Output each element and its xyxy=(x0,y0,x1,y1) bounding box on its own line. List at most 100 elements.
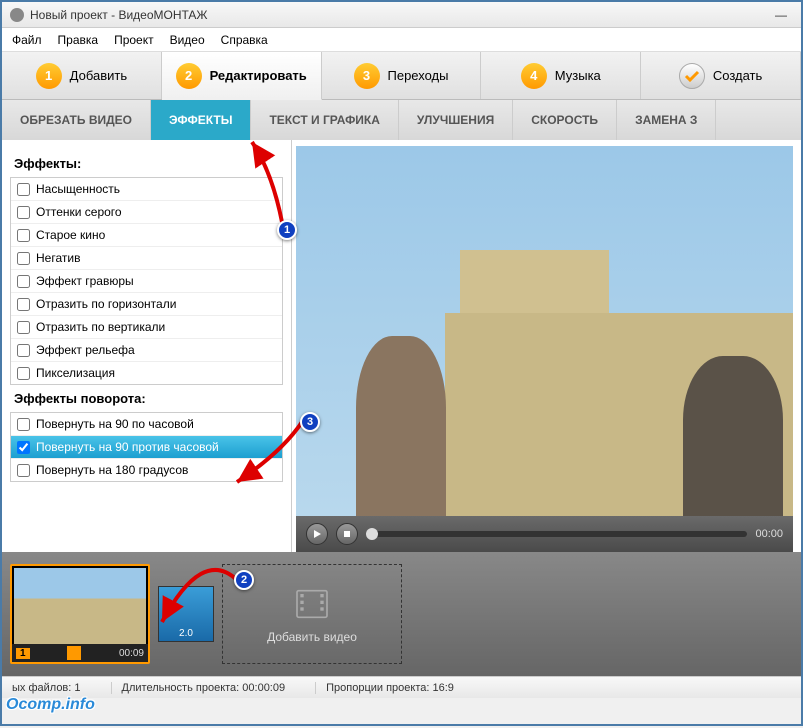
play-button[interactable] xyxy=(306,523,328,545)
player-controls: 00:00 xyxy=(296,516,793,552)
effect-label: Негатив xyxy=(36,251,80,265)
rotation-label: Повернуть на 180 градусов xyxy=(36,463,188,477)
seek-slider[interactable] xyxy=(366,531,747,537)
transition-slot[interactable]: 2.0 xyxy=(158,586,214,642)
time-display: 00:00 xyxy=(755,528,783,540)
effect-item[interactable]: Эффект рельефа xyxy=(11,339,282,362)
menu-help[interactable]: Справка xyxy=(221,33,268,47)
effect-checkbox[interactable] xyxy=(17,183,30,196)
rotation-checkbox[interactable] xyxy=(17,441,30,454)
effect-checkbox[interactable] xyxy=(17,367,30,380)
menu-file[interactable]: Файл xyxy=(12,33,42,47)
sub-tabs: ОБРЕЗАТЬ ВИДЕО ЭФФЕКТЫ ТЕКСТ И ГРАФИКА У… xyxy=(2,100,801,140)
menu-video[interactable]: Видео xyxy=(170,33,205,47)
add-video-button[interactable]: Добавить видео xyxy=(222,564,402,664)
effect-item[interactable]: Эффект гравюры xyxy=(11,270,282,293)
tab-add[interactable]: 1 Добавить xyxy=(2,52,162,99)
timeline[interactable]: 1 00:09 2.0 Добавить видео xyxy=(2,552,801,676)
effect-label: Эффект рельефа xyxy=(36,343,135,357)
tab-edit[interactable]: 2 Редактировать xyxy=(162,52,322,100)
effects-sidebar: Эффекты: Насыщенность Оттенки серого Ста… xyxy=(2,140,292,552)
effect-checkbox[interactable] xyxy=(17,321,30,334)
effect-label: Отразить по горизонтали xyxy=(36,297,176,311)
effect-label: Эффект гравюры xyxy=(36,274,134,288)
status-bar: ых файлов: 1 Длительность проекта: 00:00… xyxy=(2,676,801,698)
film-icon xyxy=(292,584,332,624)
video-preview[interactable] xyxy=(296,146,793,516)
effect-item[interactable]: Насыщенность xyxy=(11,178,282,201)
tab-add-label: Добавить xyxy=(70,68,127,83)
tab-music-label: Музыка xyxy=(555,68,601,83)
step-2-icon: 2 xyxy=(176,63,202,89)
tab-edit-label: Редактировать xyxy=(210,68,307,83)
effect-label: Пикселизация xyxy=(36,366,115,380)
window-title: Новый проект - ВидеоМОНТАЖ xyxy=(30,8,208,22)
effect-label: Насыщенность xyxy=(36,182,120,196)
effect-checkbox[interactable] xyxy=(17,206,30,219)
add-video-label: Добавить видео xyxy=(267,630,357,644)
title-bar: Новый проект - ВидеоМОНТАЖ — xyxy=(2,2,801,28)
check-icon xyxy=(679,63,705,89)
effect-item[interactable]: Старое кино xyxy=(11,224,282,247)
rotation-list: Повернуть на 90 по часовой Повернуть на … xyxy=(10,412,283,482)
subtab-speed[interactable]: СКОРОСТЬ xyxy=(513,100,617,140)
effect-checkbox[interactable] xyxy=(17,252,30,265)
effect-item[interactable]: Оттенки серого xyxy=(11,201,282,224)
tab-create[interactable]: Создать xyxy=(641,52,801,99)
effect-label: Отразить по вертикали xyxy=(36,320,165,334)
tab-transitions-label: Переходы xyxy=(388,68,449,83)
effect-item[interactable]: Отразить по горизонтали xyxy=(11,293,282,316)
effect-checkbox[interactable] xyxy=(17,229,30,242)
step-3-icon: 3 xyxy=(354,63,380,89)
effect-label: Оттенки серого xyxy=(36,205,122,219)
tab-transitions[interactable]: 3 Переходы xyxy=(322,52,482,99)
rotation-item[interactable]: Повернуть на 90 по часовой xyxy=(11,413,282,436)
watermark: Ocomp.info xyxy=(6,696,95,714)
rotation-checkbox[interactable] xyxy=(17,464,30,477)
effect-checkbox[interactable] xyxy=(17,298,30,311)
subtab-crop[interactable]: ОБРЕЗАТЬ ВИДЕО xyxy=(2,100,151,140)
rotation-heading: Эффекты поворота: xyxy=(14,391,283,406)
effect-checkbox[interactable] xyxy=(17,275,30,288)
clip-duration: 00:09 xyxy=(119,648,144,659)
subtab-replace[interactable]: ЗАМЕНА З xyxy=(617,100,716,140)
effect-checkbox[interactable] xyxy=(17,344,30,357)
transition-duration: 2.0 xyxy=(179,628,193,639)
effect-item[interactable]: Отразить по вертикали xyxy=(11,316,282,339)
timeline-clip[interactable]: 1 00:09 xyxy=(10,564,150,664)
menu-edit[interactable]: Правка xyxy=(58,33,99,47)
rotation-item-selected[interactable]: Повернуть на 90 против часовой xyxy=(11,436,282,459)
effects-heading: Эффекты: xyxy=(14,156,283,171)
tab-music[interactable]: 4 Музыка xyxy=(481,52,641,99)
preview-panel: 00:00 xyxy=(292,140,801,552)
workspace: Эффекты: Насыщенность Оттенки серого Ста… xyxy=(2,140,801,552)
menu-project[interactable]: Проект xyxy=(114,33,154,47)
rotation-label: Повернуть на 90 по часовой xyxy=(36,417,194,431)
clip-thumbnail xyxy=(14,568,146,644)
effect-label: Старое кино xyxy=(36,228,105,242)
status-ratio: Пропорции проекта: 16:9 xyxy=(315,682,454,694)
minimize-button[interactable]: — xyxy=(769,8,793,22)
edit-clip-icon[interactable] xyxy=(67,646,81,660)
seek-knob[interactable] xyxy=(366,528,378,540)
rotation-label: Повернуть на 90 против часовой xyxy=(36,440,219,454)
app-icon xyxy=(10,8,24,22)
effects-list: Насыщенность Оттенки серого Старое кино … xyxy=(10,177,283,385)
step-4-icon: 4 xyxy=(521,63,547,89)
subtab-effects[interactable]: ЭФФЕКТЫ xyxy=(151,100,251,140)
rotation-checkbox[interactable] xyxy=(17,418,30,431)
clip-index: 1 xyxy=(16,648,30,659)
subtab-enhance[interactable]: УЛУЧШЕНИЯ xyxy=(399,100,513,140)
menu-bar: Файл Правка Проект Видео Справка xyxy=(2,28,801,52)
status-files: ых файлов: 1 xyxy=(12,682,81,694)
status-duration: Длительность проекта: 00:00:09 xyxy=(111,682,286,694)
rotation-item[interactable]: Повернуть на 180 градусов xyxy=(11,459,282,481)
clip-info-bar: 1 00:09 xyxy=(12,644,148,662)
effect-item[interactable]: Негатив xyxy=(11,247,282,270)
subtab-text[interactable]: ТЕКСТ И ГРАФИКА xyxy=(251,100,398,140)
effect-item[interactable]: Пикселизация xyxy=(11,362,282,384)
step-1-icon: 1 xyxy=(36,63,62,89)
stop-button[interactable] xyxy=(336,523,358,545)
tab-create-label: Создать xyxy=(713,68,762,83)
main-tabs: 1 Добавить 2 Редактировать 3 Переходы 4 Музы… xyxy=(2,52,801,100)
